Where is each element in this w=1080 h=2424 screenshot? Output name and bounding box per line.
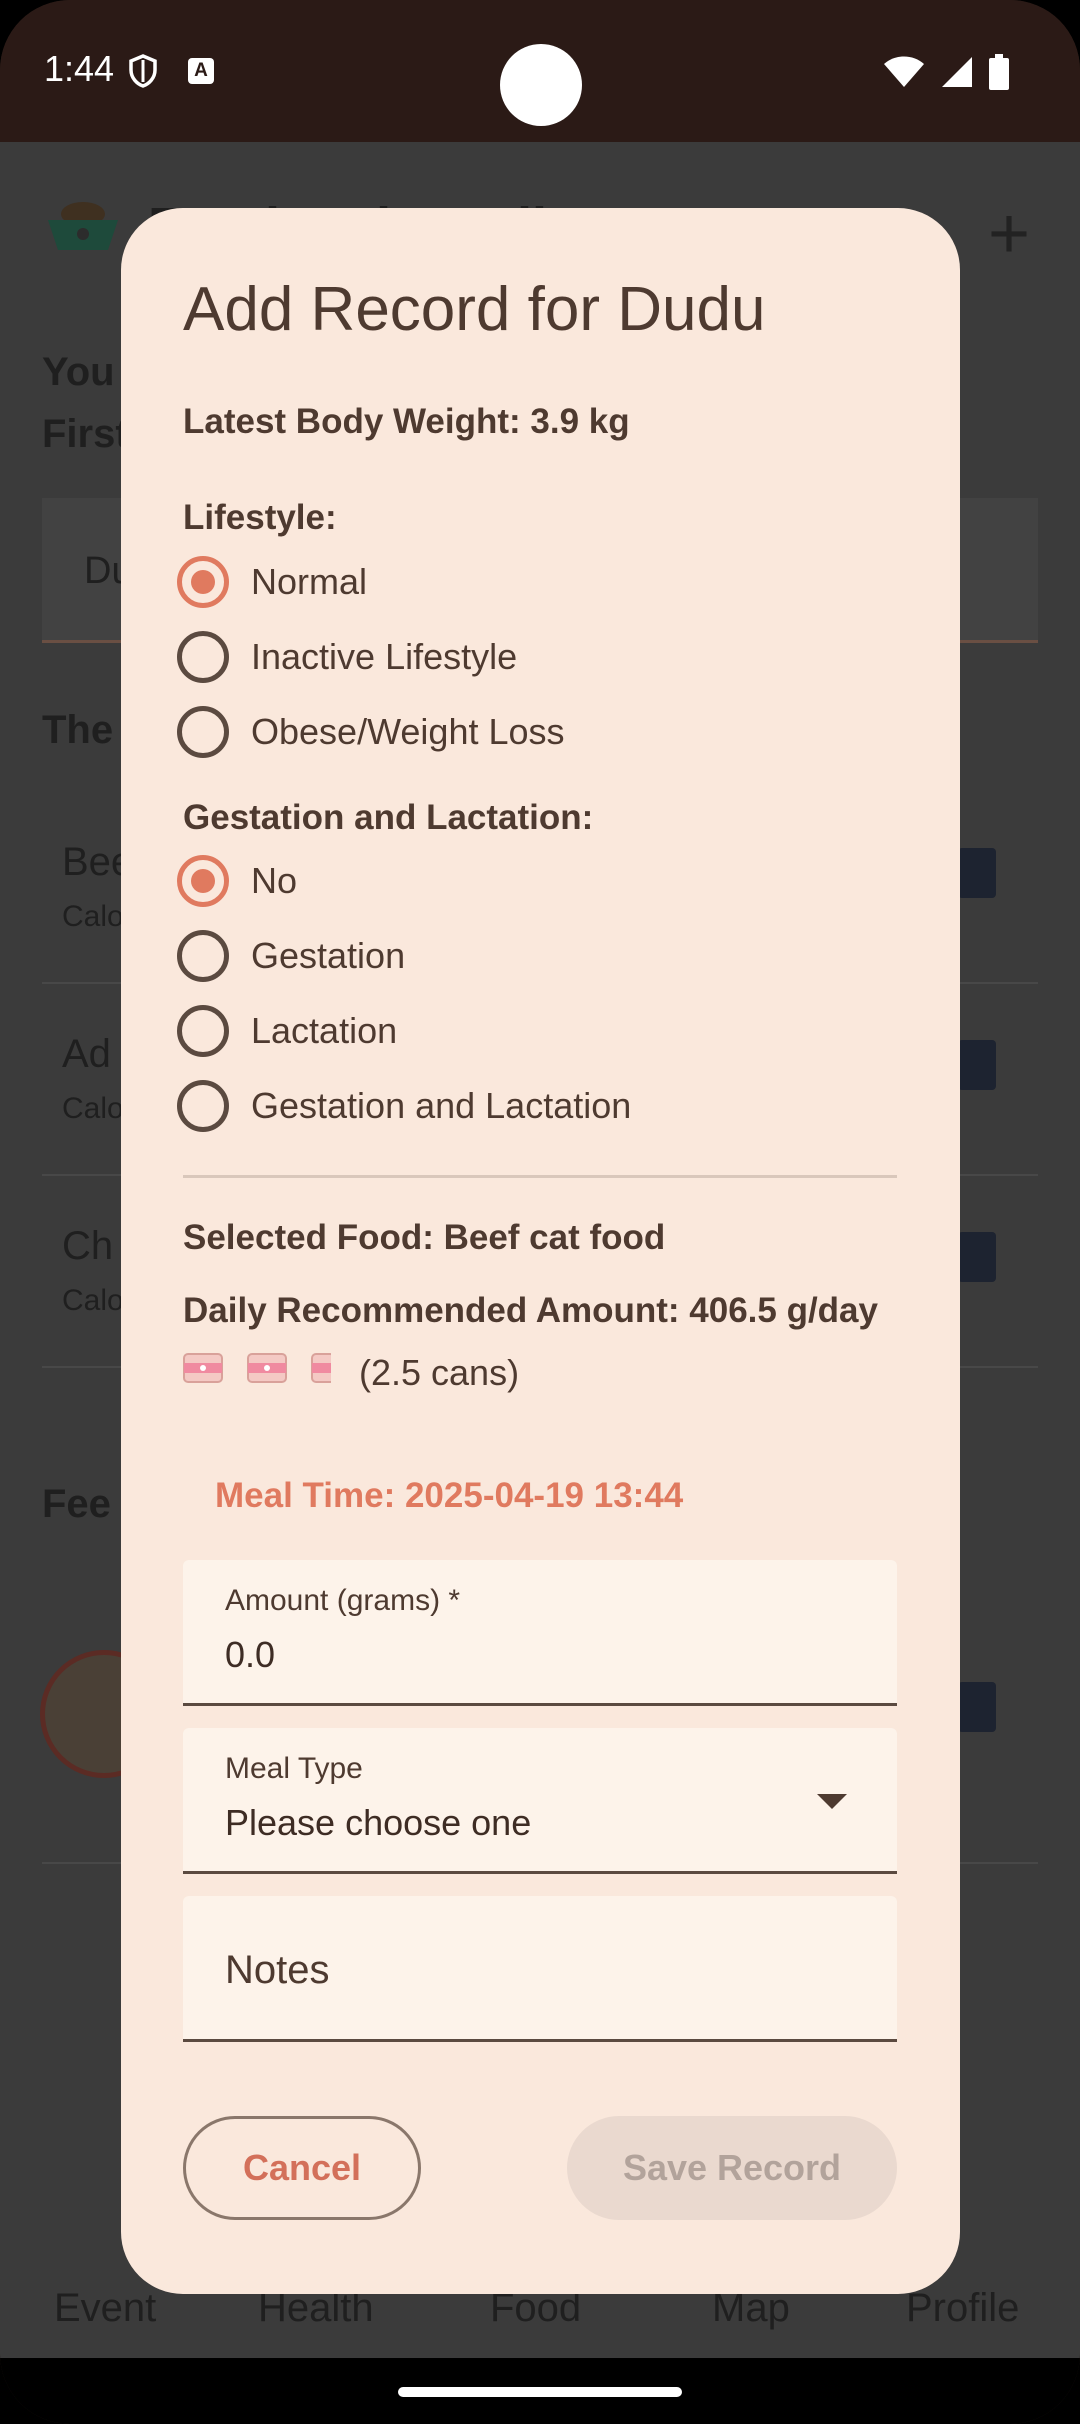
notes-field[interactable]: Notes [183, 1896, 897, 2042]
radio-label: Lactation [251, 1010, 398, 1051]
radio-label: Gestation [251, 935, 406, 976]
front-camera [500, 44, 582, 126]
divider [183, 1175, 897, 1178]
radio-unselected-icon [177, 631, 229, 683]
body-weight-text: Latest Body Weight: 3.9 kg [183, 402, 630, 441]
food-bowl-icon [48, 202, 118, 250]
radio-lactation[interactable]: Lactation [177, 999, 397, 1063]
wifi-icon [884, 56, 924, 87]
bg-item-sub: Calo [62, 900, 124, 933]
bg-item-name: Ad [62, 1032, 111, 1076]
cans-indicator [183, 1350, 355, 1386]
half-can-icon [311, 1353, 331, 1383]
amount-field-value: 0.0 [225, 1634, 276, 1675]
radio-lifestyle-normal[interactable]: Normal [177, 550, 367, 614]
amount-field[interactable]: Amount (grams) * 0.0 [183, 1560, 897, 1706]
can-icon [183, 1353, 223, 1383]
daily-amount-text: Daily Recommended Amount: 406.5 g/day [183, 1291, 878, 1330]
radio-label: No [251, 860, 298, 901]
dialog-title: Add Record for Dudu [183, 275, 766, 344]
radio-unselected-icon [177, 930, 229, 982]
meal-type-value: Please choose one [225, 1802, 532, 1843]
can-icon [247, 1353, 287, 1383]
bg-intro-line1: You [42, 350, 115, 394]
trash-icon [958, 848, 996, 898]
bg-intro-line2: First [42, 412, 129, 456]
bg-section-title: The [42, 708, 114, 752]
radio-unselected-icon [177, 1005, 229, 1057]
trash-icon [958, 1040, 996, 1090]
shield-icon [129, 54, 157, 88]
add-icon: + [987, 194, 1030, 274]
accessibility-icon: A [188, 58, 214, 84]
radio-gestation-and-lactation[interactable]: Gestation and Lactation [177, 1074, 631, 1138]
meal-type-select[interactable]: Meal Type Please choose one [183, 1728, 897, 1874]
dropdown-arrow-icon [817, 1794, 847, 1809]
radio-label: Inactive Lifestyle [251, 636, 518, 677]
bg-feed-section: Fee [42, 1482, 111, 1526]
nav-profile: Profile [906, 2286, 1020, 2330]
status-icons [882, 54, 1010, 90]
add-record-dialog: Add Record for Dudu Latest Body Weight: … [121, 208, 960, 2294]
cans-count-text: (2.5 cans) [359, 1352, 520, 1393]
radio-lifestyle-obese[interactable]: Obese/Weight Loss [177, 700, 565, 764]
radio-unselected-icon [177, 1080, 229, 1132]
status-time: 1:44 [44, 48, 115, 89]
cancel-button[interactable]: Cancel [183, 2116, 421, 2220]
nav-event: Event [54, 2286, 157, 2330]
radio-label: Obese/Weight Loss [251, 711, 565, 752]
lifestyle-label: Lifestyle: [183, 498, 337, 537]
amount-field-label: Amount (grams) * [225, 1584, 461, 1617]
status-bar: 1:44 A [0, 0, 1080, 142]
device-frame: 1:44 A Food and Feedi + Yo [0, 0, 1080, 2424]
radio-gestation-no[interactable]: No [177, 849, 297, 913]
radio-label: Normal [251, 561, 368, 602]
meal-type-label: Meal Type [225, 1752, 363, 1785]
bg-item-sub: Calo [62, 1284, 124, 1317]
bg-item-name: Ch [62, 1224, 114, 1268]
save-record-button[interactable]: Save Record [567, 2116, 897, 2220]
radio-selected-icon [177, 556, 229, 608]
radio-unselected-icon [177, 706, 229, 758]
meal-time-button[interactable]: Meal Time: 2025-04-19 13:44 [215, 1476, 683, 1516]
home-indicator[interactable] [398, 2387, 682, 2397]
radio-selected-icon [177, 855, 229, 907]
gestation-label: Gestation and Lactation: [183, 798, 594, 837]
signal-icon [942, 57, 972, 87]
radio-label: Gestation and Lactation [251, 1085, 632, 1126]
trash-icon [958, 1682, 996, 1732]
battery-icon [989, 54, 1009, 90]
notes-placeholder: Notes [225, 1948, 330, 1992]
radio-lifestyle-inactive[interactable]: Inactive Lifestyle [177, 625, 517, 689]
trash-icon [958, 1232, 996, 1282]
bg-item-sub: Calo [62, 1092, 124, 1125]
radio-gestation[interactable]: Gestation [177, 924, 405, 988]
selected-food-text: Selected Food: Beef cat food [183, 1218, 666, 1257]
